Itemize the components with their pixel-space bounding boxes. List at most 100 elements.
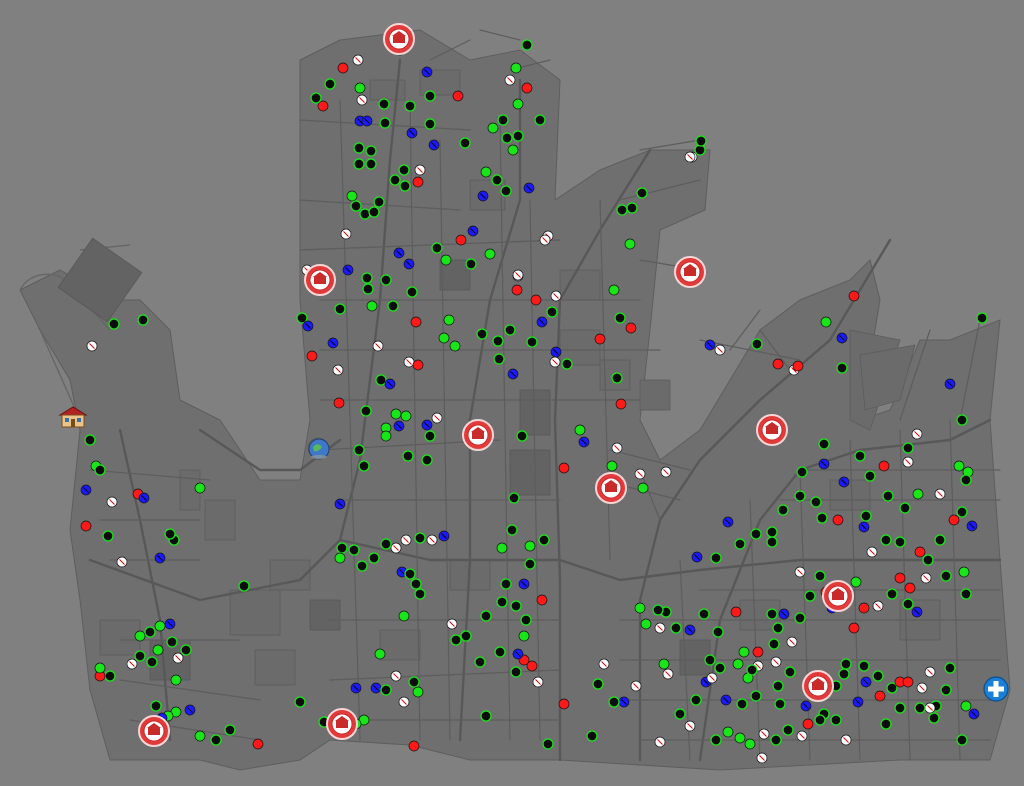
black-point-marker[interactable] xyxy=(365,145,377,157)
blue-point-marker[interactable] xyxy=(361,115,373,127)
black-point-marker[interactable] xyxy=(373,196,385,208)
black-point-marker[interactable] xyxy=(353,158,365,170)
red-point-marker[interactable] xyxy=(914,546,926,558)
black-point-marker[interactable] xyxy=(538,534,550,546)
black-point-marker[interactable] xyxy=(928,712,940,724)
white-point-marker[interactable] xyxy=(116,556,128,568)
blue-point-marker[interactable] xyxy=(523,182,535,194)
white-point-marker[interactable] xyxy=(390,542,402,554)
white-point-marker[interactable] xyxy=(796,730,808,742)
green-point-marker[interactable] xyxy=(850,576,862,588)
green-point-marker[interactable] xyxy=(443,314,455,326)
green-point-marker[interactable] xyxy=(732,658,744,670)
black-point-marker[interactable] xyxy=(902,442,914,454)
green-point-marker[interactable] xyxy=(820,316,832,328)
black-point-marker[interactable] xyxy=(695,135,707,147)
black-point-marker[interactable] xyxy=(690,694,702,706)
black-point-marker[interactable] xyxy=(365,158,377,170)
black-point-marker[interactable] xyxy=(710,552,722,564)
red-point-marker[interactable] xyxy=(317,100,329,112)
station-marker-south-icon[interactable] xyxy=(326,708,358,740)
green-point-marker[interactable] xyxy=(512,98,524,110)
black-point-marker[interactable] xyxy=(944,662,956,674)
red-point-marker[interactable] xyxy=(802,718,814,730)
blue-point-marker[interactable] xyxy=(467,225,479,237)
green-point-marker[interactable] xyxy=(170,674,182,686)
white-point-marker[interactable] xyxy=(770,656,782,668)
white-point-marker[interactable] xyxy=(794,566,806,578)
white-point-marker[interactable] xyxy=(340,228,352,240)
green-point-marker[interactable] xyxy=(346,190,358,202)
black-point-marker[interactable] xyxy=(922,554,934,566)
blue-point-marker[interactable] xyxy=(334,498,346,510)
green-point-marker[interactable] xyxy=(524,540,536,552)
green-point-marker[interactable] xyxy=(637,482,649,494)
black-point-marker[interactable] xyxy=(360,405,372,417)
black-point-marker[interactable] xyxy=(387,300,399,312)
black-point-marker[interactable] xyxy=(704,654,716,666)
black-point-marker[interactable] xyxy=(940,570,952,582)
white-point-marker[interactable] xyxy=(356,94,368,106)
white-point-marker[interactable] xyxy=(126,658,138,670)
green-point-marker[interactable] xyxy=(94,662,106,674)
black-point-marker[interactable] xyxy=(476,328,488,340)
black-point-marker[interactable] xyxy=(410,578,422,590)
green-point-marker[interactable] xyxy=(390,408,402,420)
white-point-marker[interactable] xyxy=(352,54,364,66)
black-point-marker[interactable] xyxy=(137,314,149,326)
black-point-marker[interactable] xyxy=(804,590,816,602)
black-point-marker[interactable] xyxy=(520,614,532,626)
green-point-marker[interactable] xyxy=(374,648,386,660)
black-point-marker[interactable] xyxy=(358,460,370,472)
black-point-marker[interactable] xyxy=(421,454,433,466)
green-point-marker[interactable] xyxy=(518,630,530,642)
blue-point-marker[interactable] xyxy=(536,316,548,328)
black-point-marker[interactable] xyxy=(424,430,436,442)
white-point-marker[interactable] xyxy=(840,734,852,746)
black-point-marker[interactable] xyxy=(324,78,336,90)
black-point-marker[interactable] xyxy=(512,130,524,142)
blue-point-marker[interactable] xyxy=(350,682,362,694)
station-marker-northwest-icon[interactable] xyxy=(304,264,336,296)
blue-point-marker[interactable] xyxy=(704,339,716,351)
blue-point-marker[interactable] xyxy=(164,618,176,630)
white-point-marker[interactable] xyxy=(758,728,770,740)
green-point-marker[interactable] xyxy=(412,686,424,698)
green-point-marker[interactable] xyxy=(738,646,750,658)
blue-point-marker[interactable] xyxy=(691,551,703,563)
green-point-marker[interactable] xyxy=(194,482,206,494)
red-point-marker[interactable] xyxy=(558,462,570,474)
black-point-marker[interactable] xyxy=(368,206,380,218)
black-point-marker[interactable] xyxy=(782,724,794,736)
black-point-marker[interactable] xyxy=(734,538,746,550)
blue-point-marker[interactable] xyxy=(800,700,812,712)
red-point-marker[interactable] xyxy=(80,520,92,532)
red-point-marker[interactable] xyxy=(521,82,533,94)
white-point-marker[interactable] xyxy=(924,666,936,678)
white-point-marker[interactable] xyxy=(611,442,623,454)
black-point-marker[interactable] xyxy=(838,668,850,680)
black-point-marker[interactable] xyxy=(956,734,968,746)
red-point-marker[interactable] xyxy=(730,606,742,618)
green-point-marker[interactable] xyxy=(624,238,636,250)
blue-point-marker[interactable] xyxy=(968,708,980,720)
blue-point-marker[interactable] xyxy=(421,66,433,78)
black-point-marker[interactable] xyxy=(534,114,546,126)
green-point-marker[interactable] xyxy=(574,424,586,436)
black-point-marker[interactable] xyxy=(830,714,842,726)
blue-point-marker[interactable] xyxy=(684,624,696,636)
hospital-plus-icon[interactable] xyxy=(983,676,1009,702)
white-point-marker[interactable] xyxy=(660,466,672,478)
blue-point-marker[interactable] xyxy=(428,139,440,151)
station-marker-center-icon[interactable] xyxy=(462,419,494,451)
black-point-marker[interactable] xyxy=(361,272,373,284)
green-point-marker[interactable] xyxy=(507,144,519,156)
green-point-marker[interactable] xyxy=(640,618,652,630)
green-point-marker[interactable] xyxy=(634,602,646,614)
black-point-marker[interactable] xyxy=(546,306,558,318)
red-point-marker[interactable] xyxy=(858,602,870,614)
black-point-marker[interactable] xyxy=(491,174,503,186)
black-point-marker[interactable] xyxy=(934,534,946,546)
black-point-marker[interactable] xyxy=(772,622,784,634)
blue-point-marker[interactable] xyxy=(154,552,166,564)
